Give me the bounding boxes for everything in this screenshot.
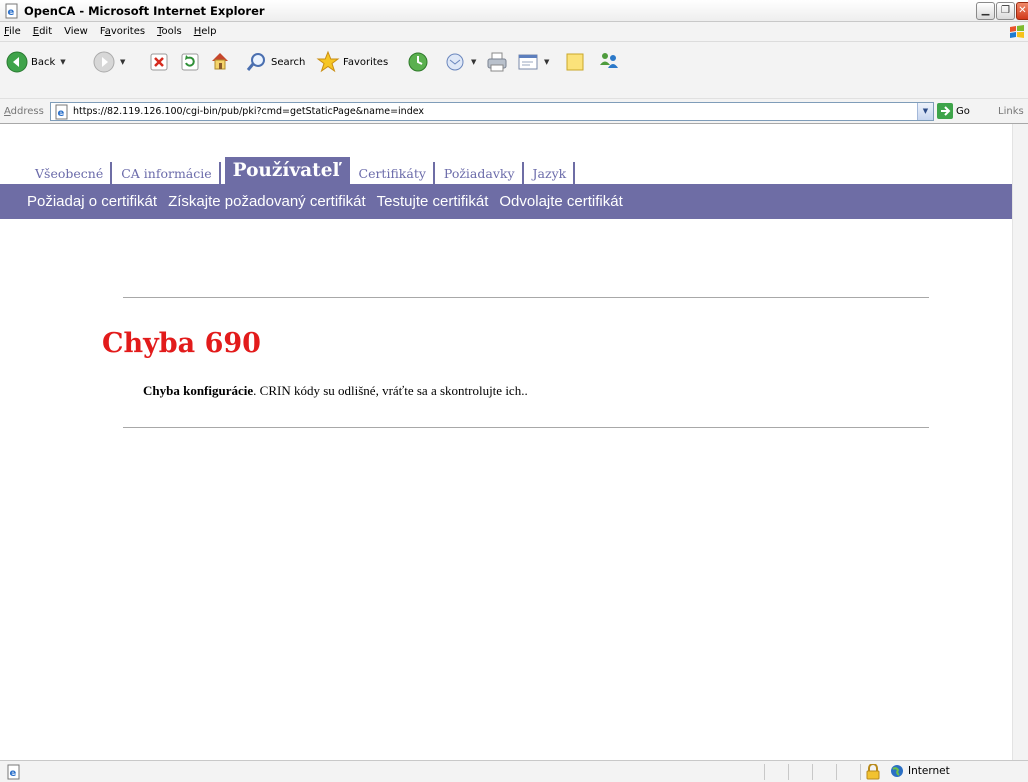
windows-flag-icon (1010, 25, 1024, 38)
close-button[interactable]: ✕ (1016, 2, 1028, 20)
vertical-scrollbar[interactable] (1012, 124, 1028, 760)
back-button[interactable]: Back ▼ (6, 51, 66, 73)
subnav-request-certificate[interactable]: Požiadaj o certifikát (27, 193, 157, 210)
tab-jazyk[interactable]: Jazyk (527, 162, 576, 184)
tab-ca-informacie[interactable]: CA informácie (116, 162, 221, 184)
status-separator (860, 764, 861, 780)
menu-bar: File Edit View Favorites Tools Help (0, 22, 1028, 42)
sub-navigation: Požiadaj o certifikát Získajte požadovan… (0, 184, 1012, 219)
restore-icon: ❐ (1001, 5, 1010, 16)
refresh-button[interactable] (180, 52, 200, 72)
status-separator (812, 764, 813, 780)
messenger-icon (600, 53, 618, 68)
svg-text:e: e (58, 108, 65, 119)
mail-button[interactable]: ▼ (444, 51, 476, 73)
menu-file[interactable]: File (4, 26, 21, 37)
back-label: Back (31, 56, 56, 68)
tab-pouzivatel[interactable]: Používateľ (224, 157, 350, 184)
window-controls: ▁ ❐ ✕ (976, 2, 1028, 20)
tab-poziadavky[interactable]: Požiadavky (438, 162, 524, 184)
address-input[interactable]: e https://82.119.126.100/cgi-bin/pub/pki… (50, 102, 934, 121)
error-message: Chyba konfigurácie. CRIN kódy su odlišné… (143, 383, 528, 399)
restore-button[interactable]: ❐ (996, 2, 1015, 20)
address-url: https://82.119.126.100/cgi-bin/pub/pki?c… (73, 106, 425, 117)
history-button[interactable] (407, 51, 429, 73)
globe-icon (891, 765, 903, 777)
zone-label: Internet (908, 765, 950, 777)
page-viewport: Všeobecné CA informácie Používateľ Certi… (0, 124, 1012, 760)
error-title: Chyba 690 (102, 328, 261, 359)
favorites-button[interactable]: Favorites (316, 50, 388, 74)
address-bar: Address e https://82.119.126.100/cgi-bin… (0, 98, 1028, 124)
minimize-button[interactable]: ▁ (976, 2, 995, 20)
print-button[interactable] (486, 51, 508, 73)
search-label: Search (271, 56, 306, 68)
messenger-button[interactable] (597, 50, 621, 72)
address-label: Address (4, 106, 44, 117)
subnav-revoke-certificate[interactable]: Odvolajte certifikát (499, 193, 622, 210)
forward-arrow-icon (93, 51, 115, 73)
forward-button[interactable]: ▼ (93, 51, 125, 73)
minimize-icon: ▁ (981, 5, 990, 16)
edit-page-icon (518, 54, 538, 70)
svg-text:e: e (8, 7, 15, 18)
home-button[interactable] (209, 50, 231, 72)
mail-icon (446, 53, 464, 71)
back-dropdown-icon[interactable]: ▼ (60, 58, 65, 66)
links-button[interactable]: Links (998, 106, 1024, 117)
title-bar: e OpenCA - Microsoft Internet Explorer ▁… (0, 0, 1028, 22)
search-button[interactable]: Search (246, 51, 305, 73)
window-title: OpenCA - Microsoft Internet Explorer (24, 4, 265, 18)
back-arrow-icon (6, 51, 28, 73)
subnav-test-certificate[interactable]: Testujte certifikát (377, 193, 489, 210)
status-separator (836, 764, 837, 780)
menu-edit[interactable]: Edit (33, 26, 52, 37)
subnav-get-requested-certificate[interactable]: Získajte požadovaný certifikát (168, 193, 366, 210)
top-divider (123, 297, 929, 298)
main-tabs: Všeobecné CA informácie Používateľ Certi… (30, 154, 579, 184)
go-arrow-icon (937, 103, 953, 119)
status-page-icon: e (7, 764, 20, 780)
tab-vseobecne[interactable]: Všeobecné (30, 162, 113, 184)
edit-button[interactable]: ▼ (517, 51, 549, 73)
error-message-text: . CRIN kódy su odlišné, vráťte sa a skon… (253, 383, 528, 398)
edit-dropdown-icon[interactable]: ▼ (544, 58, 549, 66)
svg-text:e: e (10, 768, 17, 779)
status-separator (764, 764, 765, 780)
stop-button[interactable] (149, 52, 169, 72)
close-icon: ✕ (1018, 5, 1027, 16)
go-button[interactable]: Go (937, 103, 970, 119)
note-icon (566, 53, 584, 71)
error-message-bold: Chyba konfigurácie (143, 383, 254, 398)
refresh-icon (181, 53, 199, 71)
standard-toolbar: Back ▼ ▼ Search Favorites ▼ ▼ (0, 42, 1028, 98)
mail-dropdown-icon[interactable]: ▼ (471, 58, 476, 66)
page-icon: e (55, 104, 68, 120)
address-dropdown-icon[interactable]: ▼ (917, 103, 933, 120)
bottom-divider (123, 427, 929, 428)
print-icon (487, 52, 507, 72)
ie-page-icon: e (5, 3, 18, 19)
status-bar: e Internet (0, 760, 1028, 782)
search-icon (246, 53, 265, 71)
menu-view[interactable]: View (64, 26, 88, 37)
menu-favorites[interactable]: Favorites (100, 26, 145, 37)
go-label: Go (956, 105, 970, 117)
history-icon (408, 52, 428, 72)
stop-icon (150, 53, 168, 71)
favorites-star-icon (316, 50, 340, 73)
menu-tools[interactable]: Tools (157, 26, 182, 37)
favorites-label: Favorites (343, 56, 389, 68)
status-separator (788, 764, 789, 780)
menu-help[interactable]: Help (194, 26, 217, 37)
lock-icon[interactable] (866, 764, 880, 780)
home-icon (212, 53, 228, 70)
security-zone: Internet (890, 764, 950, 778)
forward-dropdown-icon[interactable]: ▼ (120, 58, 125, 66)
tab-certifikaty[interactable]: Certifikáty (353, 162, 435, 184)
discuss-button[interactable] (565, 51, 585, 73)
